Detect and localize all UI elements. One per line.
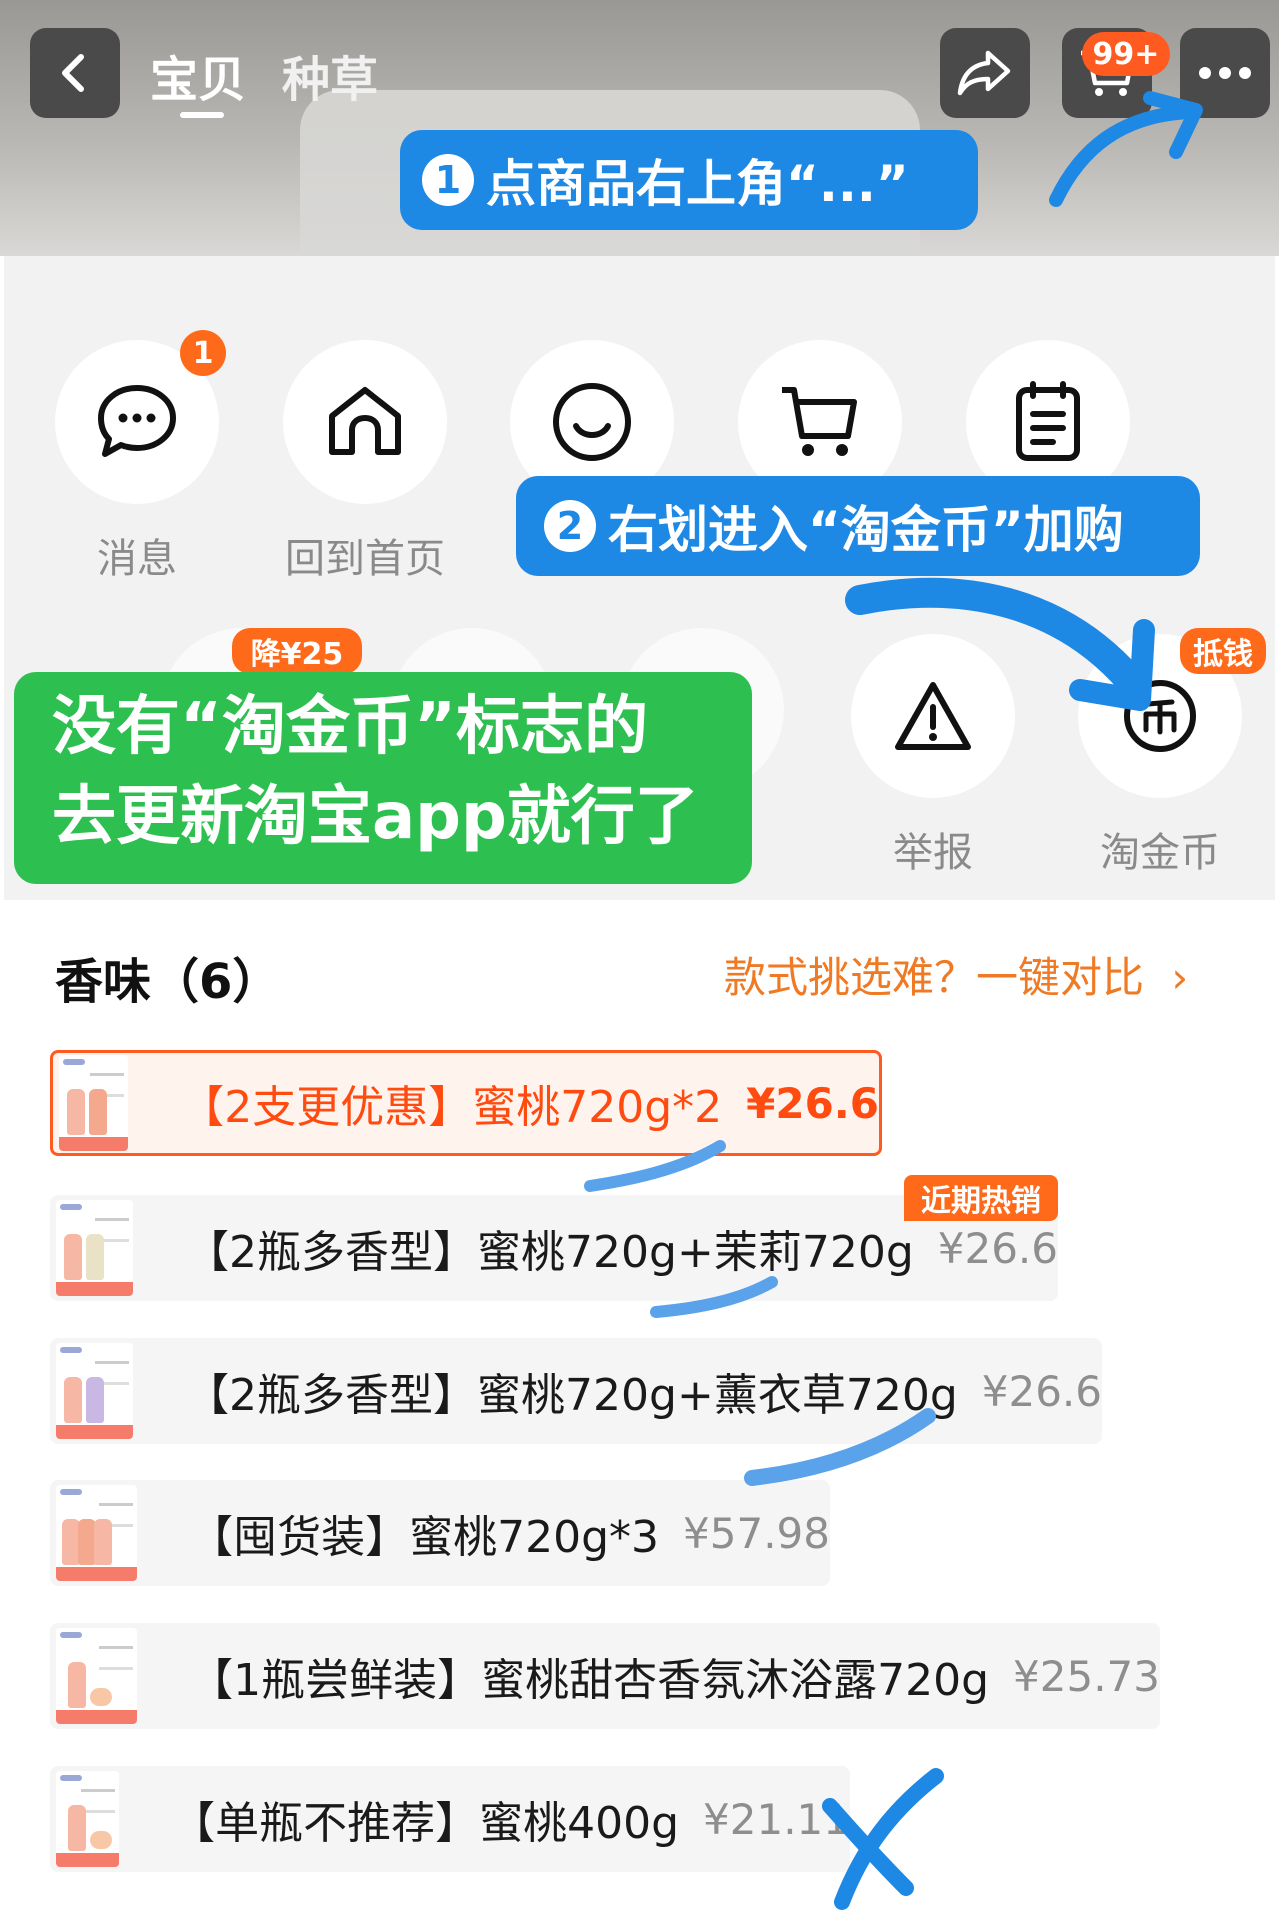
- note-line-2: 去更新淘宝app就行了: [14, 772, 729, 862]
- chat-bubble-icon: [98, 385, 176, 457]
- message-badge: 1: [180, 330, 226, 376]
- variant-thumbnail: [56, 1771, 120, 1867]
- more-dots-icon: [1199, 67, 1251, 79]
- compare-link-text: 款式挑选难？一键对比: [724, 953, 1158, 1002]
- tab-baobei[interactable]: 宝贝: [150, 40, 246, 110]
- report-button[interactable]: [851, 634, 1015, 798]
- home-icon: [329, 387, 401, 455]
- variant-name: 【2支更优惠】蜜桃720g*2: [180, 1082, 723, 1133]
- variant-option[interactable]: 【单瓶不推荐】蜜桃400g ¥21.11: [50, 1766, 850, 1872]
- step1-text: 点商品右上角“...”: [486, 155, 909, 213]
- variant-thumbnail: [56, 1200, 134, 1296]
- variant-thumbnail: [59, 1055, 129, 1151]
- note-line-1: 没有“淘金币”标志的: [52, 690, 649, 764]
- step2-number: 2: [544, 500, 596, 552]
- deduct-tag: 抵钱: [1180, 628, 1266, 674]
- share-button[interactable]: [940, 28, 1030, 118]
- variant-price: ¥26.6: [937, 1223, 1058, 1273]
- discount-tag: 降¥25: [232, 628, 362, 674]
- share-icon: [957, 50, 1011, 96]
- taojinbi-label: 淘金币: [1100, 830, 1220, 876]
- step1-number: 1: [422, 154, 474, 206]
- back-button[interactable]: [30, 28, 120, 118]
- report-label: 举报: [893, 830, 973, 876]
- home-label: 回到首页: [285, 536, 445, 582]
- home-button[interactable]: [283, 340, 447, 504]
- step1-callout: 1 点商品右上角“...”: [400, 130, 978, 230]
- chevron-right-icon: ›: [1171, 953, 1189, 1002]
- variant-name: 【2瓶多香型】蜜桃720g+薰衣草720g: [185, 1370, 958, 1421]
- step2-text: 右划进入“淘金币”加购: [608, 501, 1124, 559]
- variant-name: 【囤货装】蜜桃720g*3: [189, 1512, 660, 1563]
- variant-option[interactable]: 【囤货装】蜜桃720g*3 ¥57.98: [50, 1480, 830, 1586]
- variant-price: ¥25.73: [1013, 1651, 1160, 1701]
- warning-icon: [895, 682, 971, 750]
- variant-price: ¥26.6: [746, 1078, 879, 1128]
- variant-price: ¥21.11: [703, 1794, 850, 1844]
- clipboard-icon: [1016, 381, 1080, 461]
- more-button[interactable]: [1180, 28, 1270, 118]
- taojinbi-coin-icon: [1124, 680, 1196, 752]
- variant-option[interactable]: 【2支更优惠】蜜桃720g*2 ¥26.6: [50, 1050, 882, 1156]
- variant-price: ¥26.6: [981, 1366, 1102, 1416]
- smile-icon: [553, 383, 631, 461]
- cart-count-badge: 99+: [1082, 32, 1170, 76]
- variant-name: 【2瓶多香型】蜜桃720g+茉莉720g: [185, 1227, 914, 1278]
- variants-title: 香味（6）: [55, 954, 281, 1010]
- active-tab-indicator: [180, 112, 224, 118]
- hot-sale-tag: 近期热销: [904, 1175, 1058, 1221]
- variant-thumbnail: [56, 1343, 134, 1439]
- variant-option[interactable]: 【1瓶尝鲜装】蜜桃甜杏香氛沐浴露720g ¥25.73: [50, 1623, 1160, 1729]
- compare-link[interactable]: 款式挑选难？一键对比 ›: [724, 944, 1188, 1005]
- variant-thumbnail: [56, 1628, 138, 1724]
- update-app-note: 没有“淘金币”标志的 去更新淘宝app就行了: [14, 672, 752, 884]
- tab-zhongcao[interactable]: 种草: [282, 40, 378, 110]
- variant-price: ¥57.98: [683, 1508, 830, 1558]
- message-label: 消息: [97, 536, 177, 582]
- chevron-left-icon: [62, 54, 84, 92]
- variant-option[interactable]: 【2瓶多香型】蜜桃720g+薰衣草720g ¥26.6: [50, 1338, 1102, 1444]
- variant-name: 【1瓶尝鲜装】蜜桃甜杏香氛沐浴露720g: [189, 1655, 990, 1706]
- step2-callout: 2 右划进入“淘金币”加购: [516, 476, 1200, 576]
- variant-thumbnail: [56, 1485, 138, 1581]
- variant-name: 【单瓶不推荐】蜜桃400g: [171, 1798, 680, 1849]
- cart-icon: [782, 387, 857, 456]
